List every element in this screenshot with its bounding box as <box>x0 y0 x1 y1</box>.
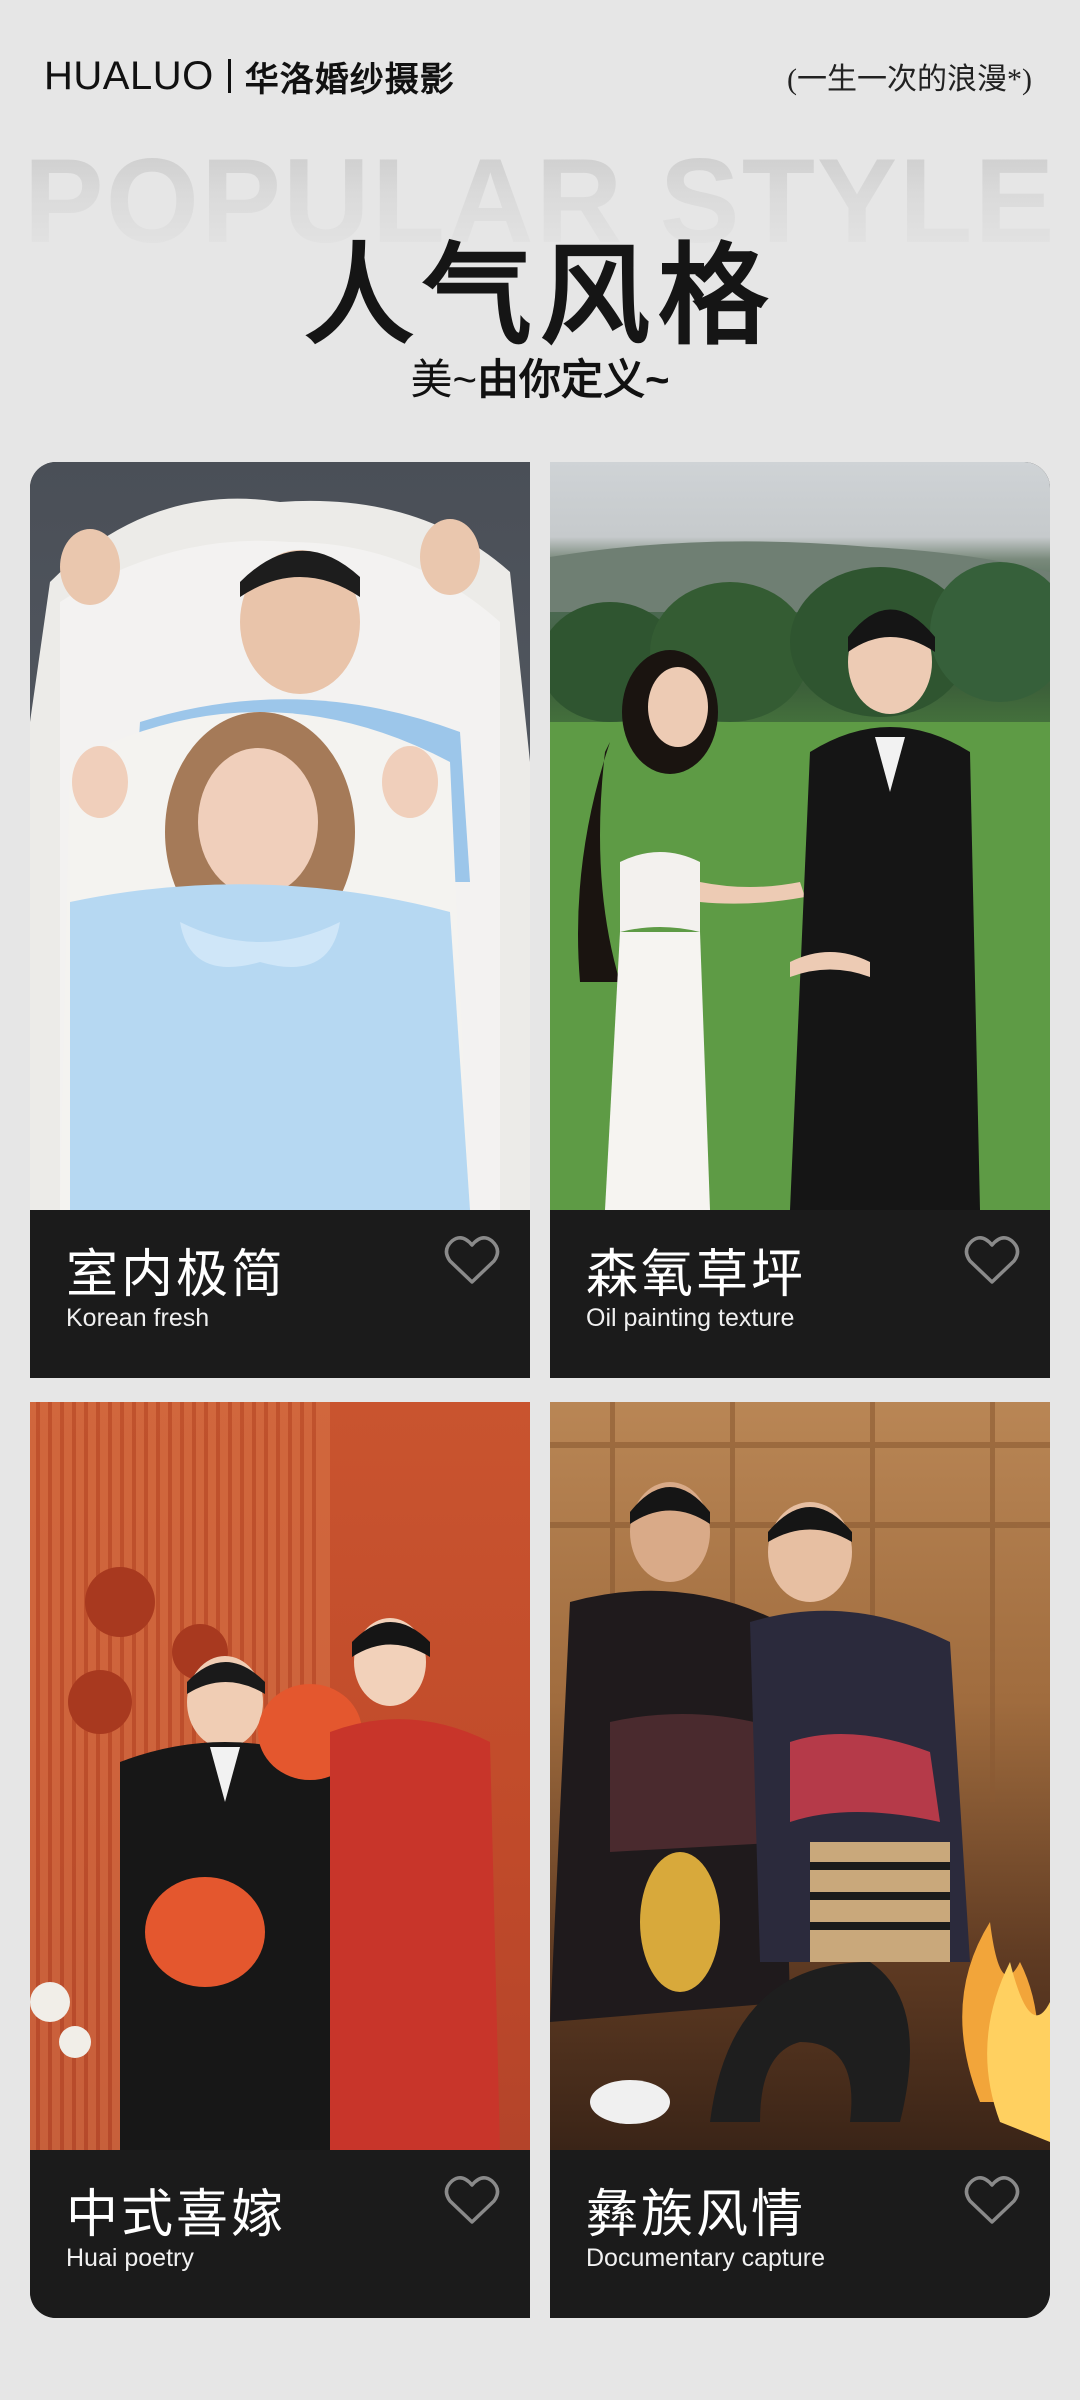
heart-outline-icon[interactable] <box>444 1234 500 1286</box>
page-title: 人气风格 <box>304 235 776 358</box>
photo-lawn-couple <box>550 462 1050 1210</box>
style-title: 中式喜嫁 <box>66 2186 287 2244</box>
style-card-indoor-minimal[interactable]: 室内极简 Korean fresh <box>30 462 530 1378</box>
photo-yi-ethnic-couple <box>550 1402 1050 2150</box>
brand-divider <box>227 59 231 93</box>
brand-name-en: HUALUO <box>44 53 214 98</box>
caption: 中式喜嫁 Huai poetry <box>30 2150 530 2318</box>
heart-outline-icon[interactable] <box>444 2174 500 2226</box>
heart-outline-icon[interactable] <box>964 1234 1020 1286</box>
subtitle-bold: 由你定义~ <box>477 356 670 403</box>
subtitle-tilde: ~ <box>452 356 477 403</box>
style-card-yi-ethnic[interactable]: 彝族风情 Documentary capture <box>550 1402 1050 2318</box>
slogan: (一生一次的浪漫*) <box>787 63 1032 96</box>
caption: 室内极简 Korean fresh <box>30 1210 530 1378</box>
brand-name-cn: 华洛婚纱摄影 <box>244 60 455 99</box>
style-subtitle: Huai poetry <box>66 2244 194 2272</box>
header: HUALUO 华洛婚纱摄影 (一生一次的浪漫*) <box>44 48 1032 104</box>
style-grid: 室内极简 Korean fresh 森氧草坪 Oil painting text… <box>30 462 1050 2318</box>
photo-indoor-couple <box>30 462 530 1210</box>
style-title: 彝族风情 <box>586 2186 807 2244</box>
page-subtitle: 美~由你定义~ <box>0 346 1080 407</box>
style-subtitle: Oil painting texture <box>586 1304 795 1332</box>
style-subtitle: Documentary capture <box>586 2244 826 2272</box>
heart-outline-icon[interactable] <box>964 2174 1020 2226</box>
subtitle-light: 美 <box>410 356 453 403</box>
caption: 森氧草坪 Oil painting texture <box>550 1210 1050 1378</box>
style-title: 森氧草坪 <box>586 1246 807 1304</box>
style-title: 室内极简 <box>66 1246 287 1304</box>
style-subtitle: Korean fresh <box>66 1304 210 1332</box>
photo-chinese-wedding-couple <box>30 1402 530 2150</box>
brand[interactable]: HUALUO 华洛婚纱摄影 <box>44 52 455 101</box>
caption: 彝族风情 Documentary capture <box>550 2150 1050 2318</box>
style-card-chinese-wedding[interactable]: 中式喜嫁 Huai poetry <box>30 1402 530 2318</box>
style-card-grass-lawn[interactable]: 森氧草坪 Oil painting texture <box>550 462 1050 1378</box>
